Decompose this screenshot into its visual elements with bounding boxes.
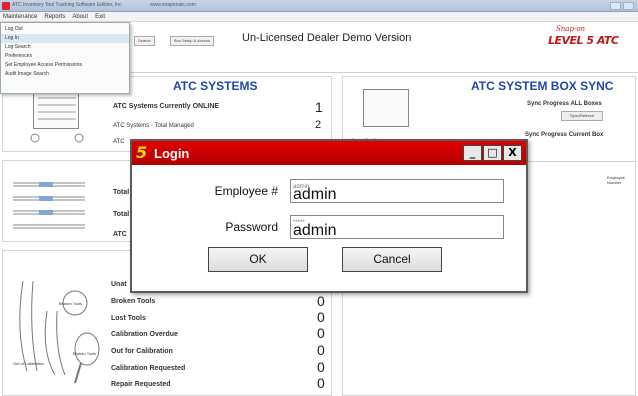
employee-ghost-text: admin [293,184,310,190]
sync-toolbox-sketch-icon [363,89,409,127]
maintenance-dropdown: Log Out Log In Log Search Preferences Se… [0,22,130,94]
calibration-overdue-value: 0 [317,325,325,341]
cancel-button[interactable]: Cancel [342,247,442,272]
login-dialog: 5 Login _ □ X Employee # admin admin Pas… [130,139,528,293]
tools-atc-label: ATC [113,231,127,238]
sketch-label-broken-b: Broken Tools [73,351,97,356]
menu-bar: Maintenance Reports About Exit [0,12,638,22]
broken-tools-label: Broken Tools [111,298,156,305]
window-controls [610,2,634,10]
repair-requested-value: 0 [317,375,325,391]
tools-total-label-2: Total [113,211,130,218]
unattended-label: Unat [111,281,127,288]
level5-logo-icon: 5 [136,143,148,162]
window-titlebar: ATC Inventory Tool Tracking Software Edi… [0,0,638,12]
lost-tools-label: Lost Tools [111,315,146,322]
brand-logo: Snap-on LEVEL 5 ATC [548,25,632,51]
box-sync-heading: ATC SYSTEM BOX SYNC [471,79,614,93]
total-managed-value: 2 [315,119,322,131]
menu-maintenance[interactable]: Maintenance [3,12,37,21]
repair-requested-label: Repair Requested [111,381,171,388]
menu-item-log-search[interactable]: Log Search [1,43,129,52]
calibration-requested-value: 0 [317,359,325,375]
menu-exit[interactable]: Exit [95,12,105,21]
login-minimize-button[interactable]: _ [463,145,482,161]
online-value: 1 [315,99,323,115]
lost-tools-value: 0 [317,309,325,325]
password-label: Password [225,220,278,234]
window-title: ATC Inventory Tool Tracking Software Edi… [12,2,122,8]
window-minimize-button[interactable] [610,2,621,10]
atc-row-label: ATC [113,139,125,145]
employee-label: Employee # [214,184,278,198]
login-titlebar: 5 Login _ □ X [132,141,526,165]
menu-item-log-out[interactable]: Log Out [1,25,129,34]
calibration-requested-label: Calibration Requested [111,365,186,372]
sync-current-label: Sync Progress Current Box [525,132,604,138]
calibration-overdue-label: Calibration Overdue [111,331,178,338]
toolbox-sketch-icon [33,89,79,129]
login-window-controls: _ □ X [463,145,522,161]
sync-refresh-button[interactable]: Sync/Refresh [561,111,603,121]
window-subtitle: www.snaponatc.com [150,2,196,8]
toolbox-wheels [30,133,84,143]
password-field[interactable]: ***** admin [290,215,504,239]
login-title: Login [154,146,190,161]
tools-total-label-1: Total [113,189,130,196]
broken-tools-value: 0 [317,293,325,309]
login-maximize-button[interactable]: □ [483,145,502,161]
demo-version-title: Un-Licensed Dealer Demo Version [242,32,412,44]
out-for-calibration-value: 0 [317,342,325,358]
logo-top-text: Snap-on [556,25,586,33]
employee-number-header: Employee Number [607,175,625,185]
menu-item-log-in[interactable]: Log In [1,34,129,43]
window-close-button[interactable] [623,2,634,10]
out-for-calibration-label: Out for Calibration [111,348,173,355]
box-setup-button[interactable]: Box Setup & Access [170,36,215,46]
password-mask: ***** [293,220,305,226]
logo-main-text: LEVEL 5 ATC [548,34,619,47]
app-icon [2,2,10,10]
sync-all-label: Sync Progress ALL Boxes [527,101,602,107]
magnifier-sketch-icon [19,280,100,384]
total-managed-label: ATC Systems - Total Managed [113,123,194,129]
menu-item-preferences[interactable]: Preferences [1,52,129,61]
menu-reports[interactable]: Reports [44,12,65,21]
search-button[interactable]: Search [134,36,155,46]
menu-about[interactable]: About [72,12,88,21]
sketch-label-calibration: Out of Calibration [13,361,45,366]
menu-item-audit-image-search[interactable]: Audit Image Search [1,70,129,79]
online-label: ATC Systems Currently ONLINE [113,103,220,110]
login-close-button[interactable]: X [503,145,522,161]
wrench-set-icon [13,182,85,229]
atc-systems-heading: ATC SYSTEMS [173,79,258,93]
menu-item-permissions[interactable]: Set Employee Access Permissions [1,61,129,70]
sketch-label-broken-a: Broken Tools [59,301,83,306]
ok-button[interactable]: OK [208,247,308,272]
employee-field[interactable]: admin admin [290,179,504,203]
